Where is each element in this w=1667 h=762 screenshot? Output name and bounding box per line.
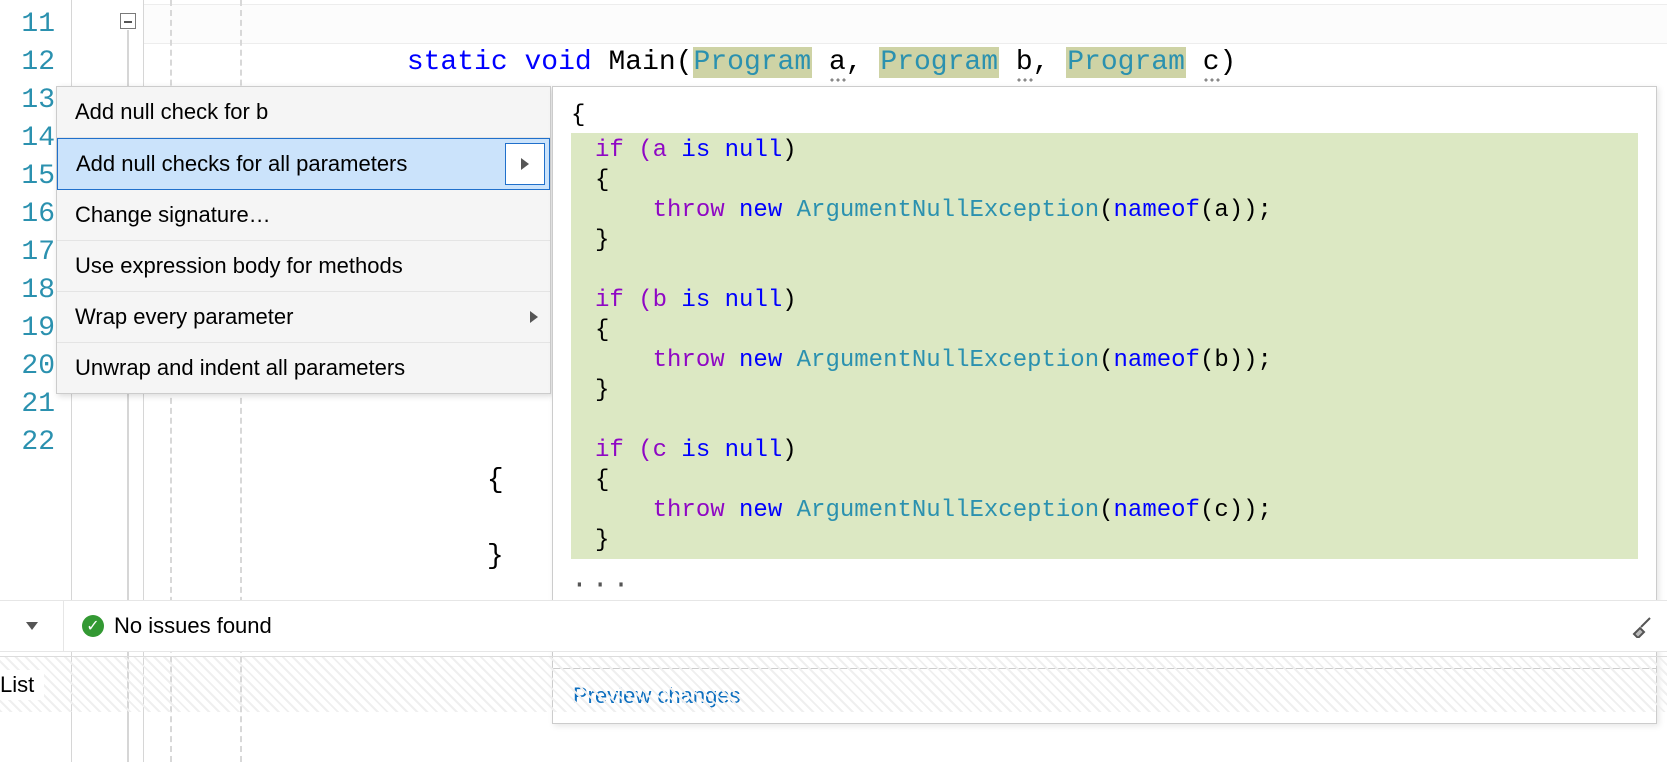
qa-item-label: Add null check for b	[75, 99, 268, 124]
line-number: 20	[0, 348, 55, 386]
diff-block: if (a is null) { throw new ArgumentNullE…	[571, 133, 1638, 559]
line-number: 14	[0, 120, 55, 158]
line-number: 16	[0, 196, 55, 234]
nav-dropdown[interactable]	[0, 601, 64, 651]
qa-item-label: Change signature…	[75, 202, 271, 227]
check-circle-icon: ✓	[82, 615, 104, 637]
type-name: Program	[1066, 47, 1186, 78]
qa-item-unwrap-indent[interactable]: Unwrap and indent all parameters	[57, 343, 550, 393]
qa-item-label: Wrap every parameter	[75, 304, 293, 329]
line-number: 11	[0, 6, 55, 44]
code-cleanup-button[interactable]	[1617, 606, 1667, 646]
editor-status-strip: ✓ No issues found	[0, 600, 1667, 652]
qa-item-add-null-check-b[interactable]: Add null check for b	[57, 87, 550, 138]
code-line[interactable]: static void Main(Program a, Program b, P…	[144, 6, 1667, 44]
param-name: a	[829, 47, 846, 78]
toolwindow-tab-strip[interactable]: List	[0, 656, 1667, 712]
keyword: void	[524, 47, 591, 78]
line-number: 21	[0, 386, 55, 424]
line-number: 19	[0, 310, 55, 348]
qa-item-expression-body[interactable]: Use expression body for methods	[57, 241, 550, 292]
qa-item-label: Use expression body for methods	[75, 253, 403, 278]
line-number: 18	[0, 272, 55, 310]
line-number: 22	[0, 424, 55, 462]
line-number: 17	[0, 234, 55, 272]
qa-item-wrap-parameters[interactable]: Wrap every parameter	[57, 292, 550, 343]
type-name: Program	[879, 47, 999, 78]
qa-item-change-signature[interactable]: Change signature…	[57, 190, 550, 241]
qa-item-expander[interactable]	[505, 143, 545, 185]
ellipsis-icon: ···	[571, 561, 1638, 601]
quick-actions-menu[interactable]: Add null check for b Add null checks for…	[56, 86, 551, 394]
chevron-down-icon	[26, 622, 38, 630]
method-name: Main	[609, 47, 676, 78]
qa-item-label: Unwrap and indent all parameters	[75, 355, 405, 380]
qa-item-add-null-checks-all[interactable]: Add null checks for all parameters	[57, 138, 550, 190]
line-number: 13	[0, 82, 55, 120]
collapse-icon[interactable]	[120, 13, 136, 29]
toolwindow-tab-label[interactable]: List	[0, 670, 44, 700]
param-name: b	[1016, 47, 1033, 78]
health-text: No issues found	[114, 613, 272, 639]
keyword: static	[407, 47, 508, 78]
qa-item-label: Add null checks for all parameters	[76, 151, 407, 176]
chevron-right-icon	[521, 158, 529, 170]
param-name: c	[1203, 47, 1220, 78]
chevron-right-icon	[530, 311, 538, 323]
document-health[interactable]: ✓ No issues found	[64, 613, 290, 639]
line-number: 15	[0, 158, 55, 196]
broom-icon	[1630, 614, 1654, 638]
line-number: 12	[0, 44, 55, 82]
type-name: Program	[693, 47, 813, 78]
brace: }	[487, 541, 504, 572]
refactor-preview-body: { if (a is null) { throw new ArgumentNul…	[553, 87, 1656, 668]
brace: {	[571, 101, 1638, 131]
